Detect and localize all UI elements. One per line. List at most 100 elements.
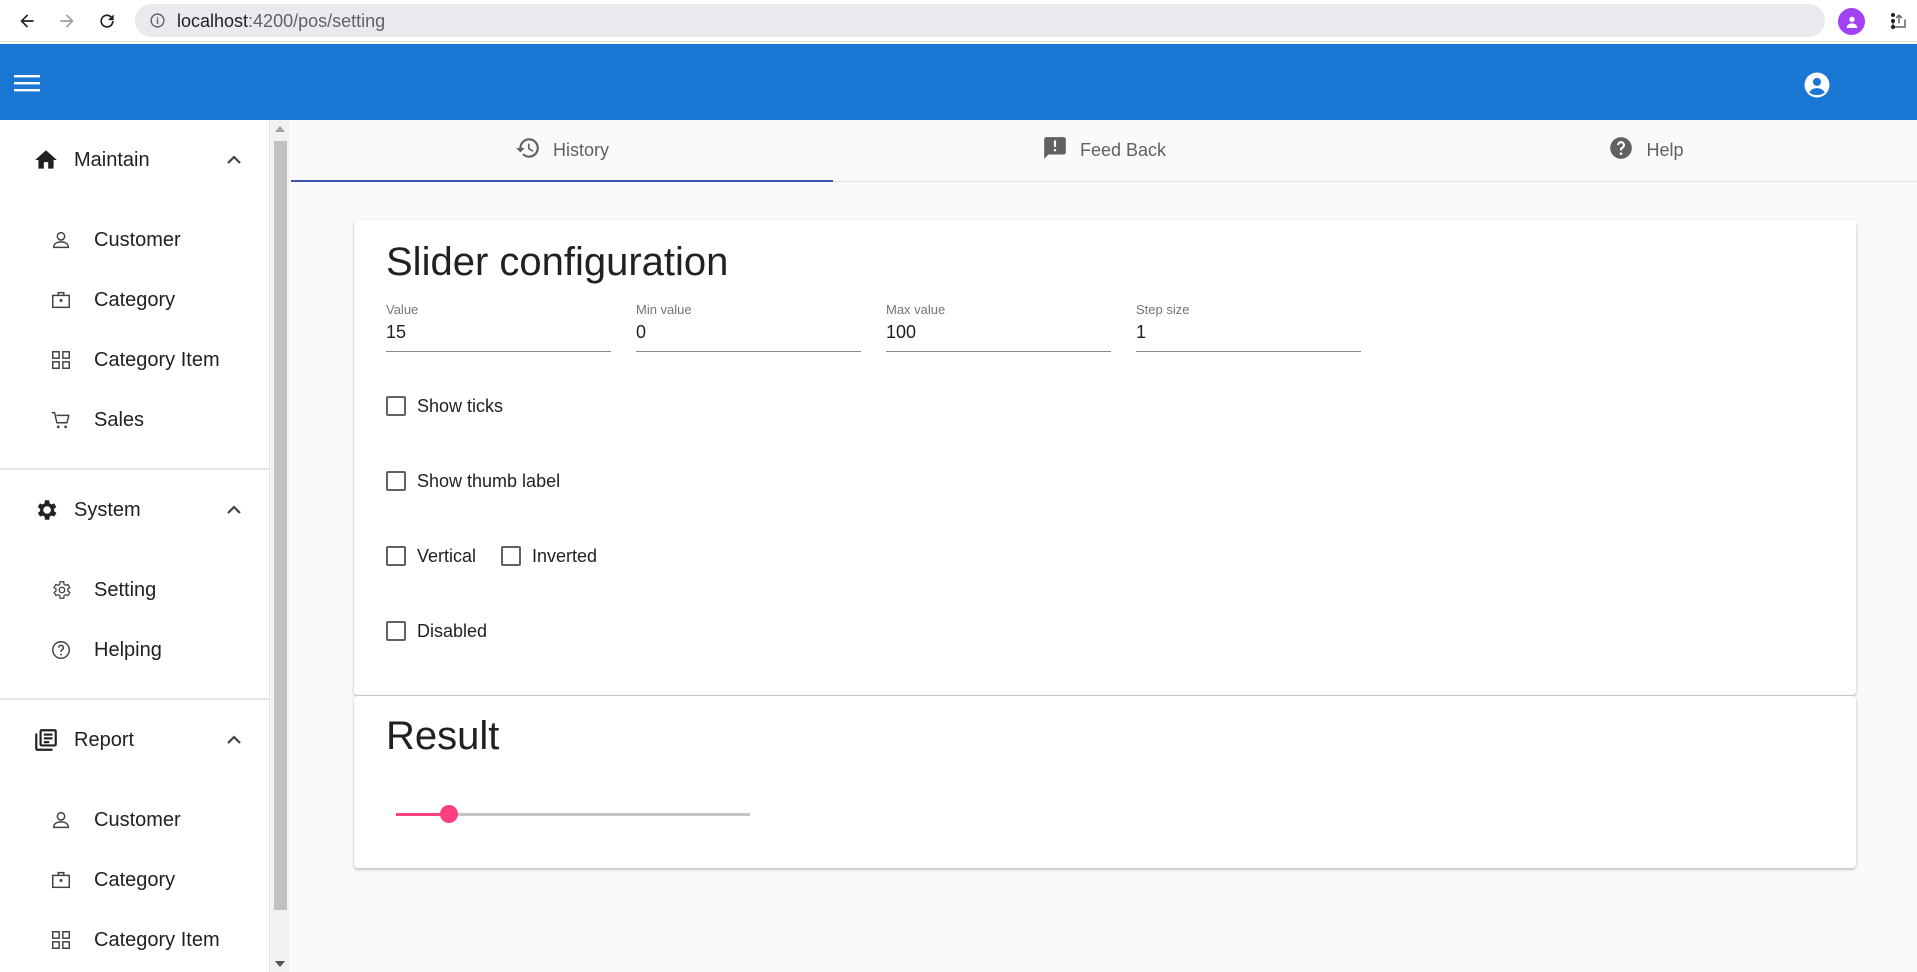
browser-menu-icon[interactable]: [1880, 8, 1906, 34]
chevron-up-icon[interactable]: [224, 500, 244, 520]
result-slider[interactable]: [396, 804, 750, 824]
scroll-thumb[interactable]: [274, 141, 287, 910]
checkbox-box[interactable]: [386, 621, 406, 641]
grid-icon: [49, 348, 73, 372]
field-label: Min value: [636, 302, 692, 317]
min-value-field[interactable]: Min value: [636, 302, 861, 352]
checkbox-label: Disabled: [417, 620, 488, 641]
back-icon[interactable]: [14, 8, 40, 34]
sidebar-item-label: Setting: [94, 578, 157, 601]
person-icon: [49, 228, 73, 252]
sidebar-item-category-item[interactable]: Category Item: [0, 335, 269, 385]
site-info-icon[interactable]: [149, 12, 166, 29]
chevron-up-icon[interactable]: [224, 150, 244, 170]
sidebar-section-report[interactable]: Report: [0, 710, 269, 770]
step-size-field[interactable]: Step size: [1136, 302, 1361, 352]
field-label: Max value: [886, 302, 946, 317]
account-circle-icon[interactable]: [1800, 68, 1834, 102]
help-circle-icon: [49, 638, 73, 662]
sidebar-section-label: Report: [74, 728, 135, 751]
sidebar-section-system[interactable]: System: [0, 480, 269, 540]
home-icon: [33, 147, 59, 173]
url-host: localhost: [177, 11, 249, 31]
tab-bar: History Feed Back Help: [291, 120, 1917, 182]
disabled-checkbox[interactable]: Disabled: [386, 617, 487, 645]
result-card: Result: [354, 696, 1856, 868]
slider-thumb[interactable]: [440, 805, 458, 823]
sidebar-section-label: Maintain: [74, 148, 150, 171]
sidebar-item-label: Category Item: [94, 348, 220, 371]
forward-icon[interactable]: [54, 8, 80, 34]
checkbox-box[interactable]: [501, 546, 521, 566]
tab-feed-back[interactable]: Feed Back: [833, 120, 1375, 181]
vertical-checkbox[interactable]: Vertical: [386, 542, 476, 570]
sidebar-item-label: Category Item: [94, 928, 220, 951]
briefcase-icon: [49, 868, 73, 892]
tab-help[interactable]: Help: [1375, 120, 1917, 181]
sidebar-item-report-customer[interactable]: Customer: [0, 795, 269, 845]
max-value-field[interactable]: Max value: [886, 302, 1111, 352]
reload-icon[interactable]: [94, 8, 120, 34]
checkbox-label: Show thumb label: [417, 470, 561, 491]
show-ticks-checkbox[interactable]: Show ticks: [386, 392, 503, 420]
section-divider: [0, 468, 269, 470]
cart-icon: [49, 408, 73, 432]
checkbox-box[interactable]: [386, 546, 406, 566]
show-thumb-label-checkbox[interactable]: Show thumb label: [386, 467, 560, 495]
sidebar-item-setting[interactable]: Setting: [0, 565, 269, 615]
tab-label: Feed Back: [1079, 140, 1167, 160]
feedback-icon: [1042, 135, 1068, 166]
checkbox-label: Inverted: [532, 545, 598, 566]
sidebar-item-customer[interactable]: Customer: [0, 215, 269, 265]
tab-history[interactable]: History: [291, 120, 833, 182]
url-text[interactable]: localhost:4200/pos/setting: [177, 11, 385, 32]
sidebar-section-label: System: [74, 498, 141, 521]
person-icon: [49, 808, 73, 832]
scroll-down-arrow-icon[interactable]: [275, 961, 285, 967]
sidebar-item-label: Helping: [94, 638, 162, 661]
max-value-input[interactable]: [886, 319, 1111, 345]
profile-avatar-icon[interactable]: [1838, 8, 1865, 35]
checkbox-label: Vertical: [417, 545, 477, 566]
inverted-checkbox[interactable]: Inverted: [501, 542, 597, 570]
sidebar-section-maintain[interactable]: Maintain: [0, 130, 269, 190]
card-title: Slider configuration: [386, 240, 729, 284]
sidebar-item-category[interactable]: Category: [0, 275, 269, 325]
value-field[interactable]: Value: [386, 302, 611, 352]
sidebar-item-label: Customer: [94, 228, 181, 251]
checkbox-box[interactable]: [386, 471, 406, 491]
sidebar-item-label: Category: [94, 868, 176, 891]
min-value-input[interactable]: [636, 319, 861, 345]
sidebar: Maintain Customer Category Category Item…: [0, 120, 270, 972]
sidebar-item-label: Customer: [94, 808, 181, 831]
gear-outline-icon: [49, 578, 73, 602]
card-title: Result: [386, 714, 500, 758]
checkbox-label: Show ticks: [417, 395, 504, 416]
field-label: Step size: [1136, 302, 1190, 317]
field-label: Value: [386, 302, 419, 317]
scroll-up-arrow-icon[interactable]: [275, 126, 285, 132]
address-bar[interactable]: localhost:4200/pos/setting: [135, 4, 1906, 37]
history-icon: [515, 135, 541, 166]
briefcase-icon: [49, 288, 73, 312]
library-books-icon: [33, 727, 59, 753]
checkbox-box[interactable]: [386, 396, 406, 416]
app-toolbar: [0, 44, 1917, 120]
sidebar-item-report-category-item[interactable]: Category Item: [0, 915, 269, 965]
sidebar-item-label: Category: [94, 288, 176, 311]
chevron-up-icon[interactable]: [224, 730, 244, 750]
section-divider: [0, 698, 269, 700]
step-size-input[interactable]: [1136, 319, 1361, 345]
value-input[interactable]: [386, 319, 611, 345]
sidebar-item-report-category[interactable]: Category: [0, 855, 269, 905]
sidebar-scrollbar[interactable]: [271, 120, 289, 972]
sidebar-item-helping[interactable]: Helping: [0, 625, 269, 675]
sidebar-item-sales[interactable]: Sales: [0, 395, 269, 445]
menu-icon[interactable]: [12, 68, 42, 98]
gear-icon: [33, 497, 59, 523]
browser-toolbar: localhost:4200/pos/setting: [0, 0, 1917, 42]
url-path: :4200/pos/setting: [248, 11, 386, 31]
tab-label: History: [552, 140, 609, 160]
help-icon: [1608, 135, 1634, 166]
grid-icon: [49, 928, 73, 952]
